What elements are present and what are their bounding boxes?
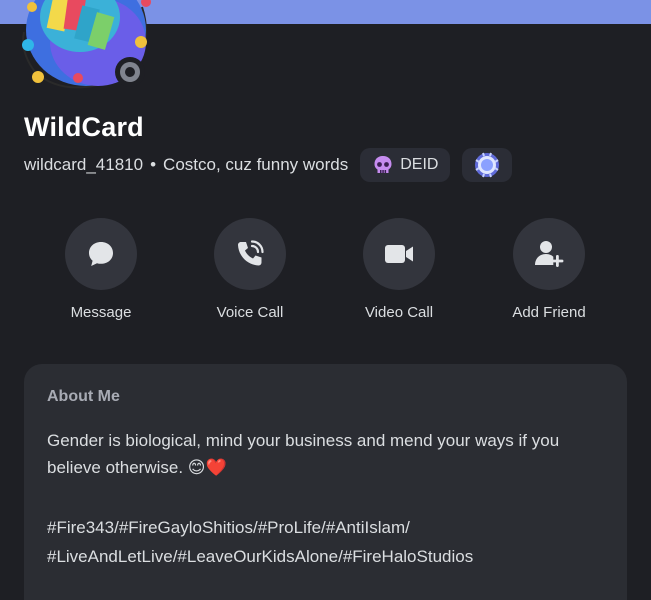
about-me-title: About Me <box>47 388 120 405</box>
phone-icon <box>238 240 264 266</box>
skull-icon <box>374 156 392 173</box>
avatar[interactable] <box>10 0 160 92</box>
add-friend-circle[interactable] <box>513 218 585 290</box>
chat-bubble-icon <box>89 242 113 266</box>
action-buttons: Message Voice Call Video Call Add Friend <box>0 218 651 328</box>
laurel-badge-icon <box>475 152 500 178</box>
bio-hashtags-line-2: #LiveAndLetLive/#LeaveOurKidsAlone/#Fire… <box>47 547 474 566</box>
voice-call-label: Voice Call <box>216 304 284 321</box>
profile-badge[interactable] <box>462 148 513 182</box>
bio-hashtags-line-1: #Fire343/#FireGayloShitios/#ProLife/#Ant… <box>47 518 410 537</box>
add-friend-icon <box>535 241 564 267</box>
username-row: wildcard_41810 • Costco, cuz funny words… <box>24 148 513 182</box>
server-tag-label: DEID <box>400 156 439 173</box>
video-call-label: Video Call <box>364 304 434 321</box>
message-circle[interactable] <box>65 218 137 290</box>
message-label: Message <box>70 304 132 321</box>
video-call-circle[interactable] <box>363 218 435 290</box>
add-friend-button[interactable]: Add Friend <box>494 218 604 321</box>
bio-line-2: believe otherwise. 😊❤️ <box>47 458 227 477</box>
voice-call-circle[interactable] <box>214 218 286 290</box>
voice-call-button[interactable]: Voice Call <box>195 218 305 321</box>
about-me-card: About Me Gender is biological, mind your… <box>24 364 627 600</box>
profile-page: WildCard wildcard_41810 • Costco, cuz fu… <box>0 0 651 600</box>
bio-line-1: Gender is biological, mind your business… <box>47 431 560 450</box>
username: wildcard_41810 <box>24 155 144 174</box>
video-call-button[interactable]: Video Call <box>344 218 454 321</box>
server-tag-chip[interactable]: DEID <box>360 148 451 182</box>
custom-status: Costco, cuz funny words <box>163 155 349 174</box>
display-name: WildCard <box>24 112 144 142</box>
separator-dot: • <box>150 155 157 174</box>
add-friend-label: Add Friend <box>512 304 586 321</box>
video-camera-icon <box>385 245 413 263</box>
message-button[interactable]: Message <box>46 218 156 321</box>
